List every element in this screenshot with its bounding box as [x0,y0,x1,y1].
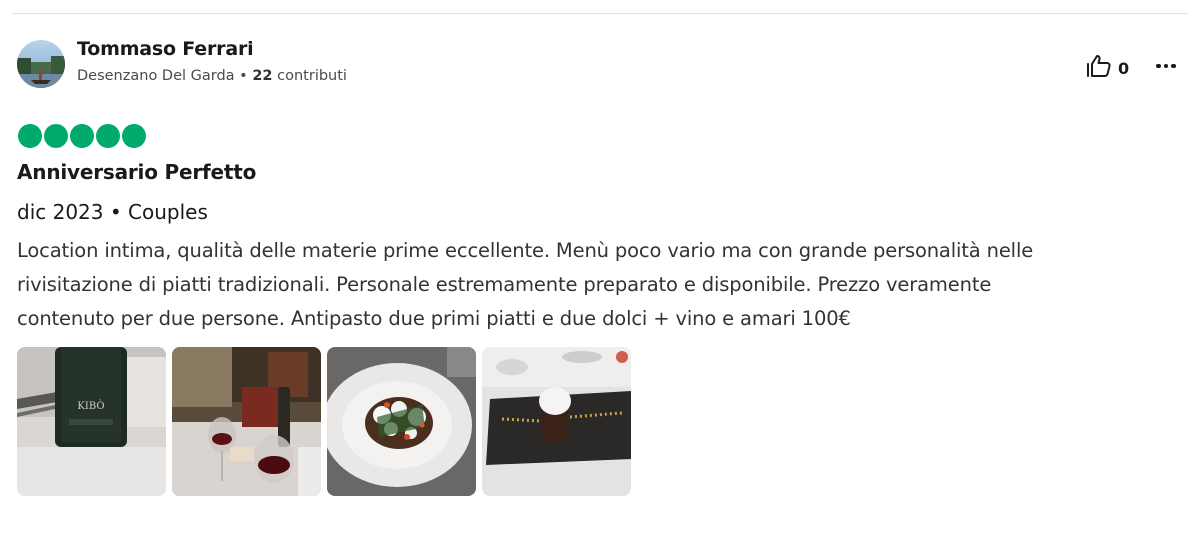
review-card: Tommaso Ferrari Desenzano Del Garda • 22… [0,0,1200,538]
top-divider [12,13,1188,14]
rating-bubble-icon [18,124,42,148]
contributions-count: 22 [252,68,273,84]
helpful-vote-button[interactable]: 0 [1086,54,1129,82]
meta-separator: • [234,68,253,84]
review-text-line: rivisitazione di piatti tradizionali. Pe… [17,273,992,296]
table-wine-glasses-photo[interactable] [172,347,321,496]
review-text-line: contenuto per due persone. Antipasto due… [17,307,851,330]
author-meta: Desenzano Del Garda • 22 contributi [77,68,347,84]
rating-bubble-icon [44,124,68,148]
avatar[interactable] [17,40,65,88]
more-horizontal-icon [1156,63,1161,69]
plated-dish-photo[interactable] [327,347,476,496]
rating-bubble-icon [96,124,120,148]
dessert-slate-photo[interactable] [482,347,631,496]
review-text-line: Location intima, qualità delle materie p… [17,239,1034,262]
more-options-button[interactable] [1152,54,1180,78]
review-date-trip-type: dic 2023 • Couples [17,200,208,224]
review-title: Anniversario Perfetto [17,160,257,184]
thumbs-up-icon [1086,54,1112,82]
rating-bubble-icon [122,124,146,148]
contributions-label: contributi [272,68,347,84]
author-location: Desenzano Del Garda [77,68,235,84]
rating-bubbles [18,124,146,148]
author-name[interactable]: Tommaso Ferrari [77,38,254,60]
like-count: 0 [1118,58,1130,78]
rating-bubble-icon [70,124,94,148]
svg-text:KIBÒ: KIBÒ [77,400,104,412]
review-text: Location intima, qualità delle materie p… [17,234,1177,336]
review-photos: KIBÒ [17,347,631,496]
wine-bottle-photo[interactable]: KIBÒ [17,347,166,496]
